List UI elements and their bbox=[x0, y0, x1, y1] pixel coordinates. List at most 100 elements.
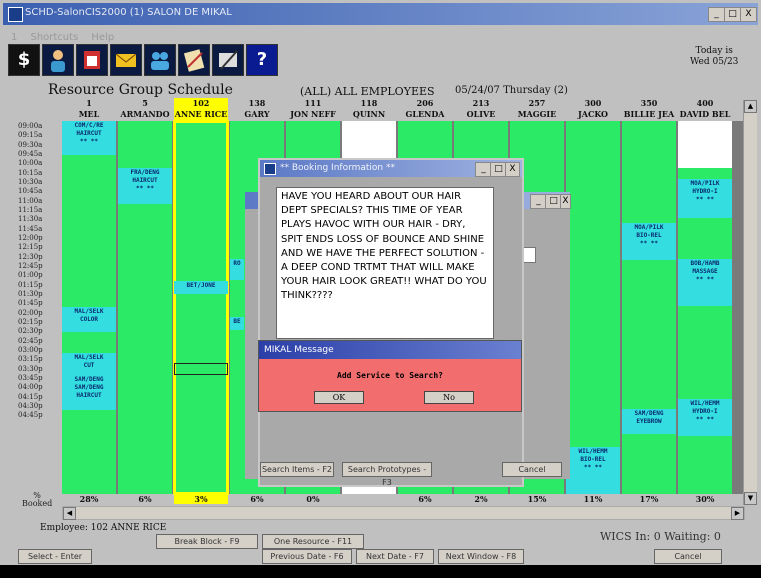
column-header[interactable]: 257 MAGGIE bbox=[510, 98, 564, 122]
one-resource-button[interactable]: One Resource - F11 bbox=[262, 534, 364, 549]
column-header[interactable]: 350 BILLIE JEA bbox=[622, 98, 676, 122]
appointment[interactable]: RO bbox=[230, 259, 244, 280]
appointment[interactable]: MOA/PILK BIO-REL ** ** bbox=[622, 223, 676, 260]
help-icon[interactable]: ? bbox=[246, 44, 278, 76]
schedule-column[interactable] bbox=[566, 121, 620, 494]
next-window-button[interactable]: Next Window - F8 bbox=[438, 549, 524, 564]
scroll-right-icon[interactable]: ▶ bbox=[731, 507, 744, 520]
close-button[interactable]: X bbox=[560, 194, 571, 209]
time-slot-label: 10:15a bbox=[18, 168, 43, 177]
notepad-icon[interactable] bbox=[178, 44, 210, 76]
menu-item-1[interactable]: 1 bbox=[11, 32, 17, 43]
column-header[interactable]: 118 QUINN bbox=[342, 98, 396, 122]
appointment-status: ** ** bbox=[135, 185, 155, 192]
column-header[interactable]: 111 JON NEFF bbox=[286, 98, 340, 122]
employee-number: 300 bbox=[584, 98, 602, 108]
booking-message: HAVE YOU HEARD ABOUT OUR HAIR DEPT SPECI… bbox=[276, 187, 494, 339]
vertical-scrollbar[interactable]: ▲ ▼ bbox=[743, 100, 757, 505]
appointment[interactable]: WIL/HEMM BIO-REL ** ** bbox=[566, 447, 620, 494]
maximize-button[interactable]: □ bbox=[724, 7, 741, 22]
minimize-button[interactable]: _ bbox=[708, 7, 725, 22]
group-icon[interactable] bbox=[144, 44, 176, 76]
booked-percent: 30% bbox=[695, 494, 715, 504]
appointment[interactable]: SAM/DENG SAM/DENG HAIRCUT bbox=[62, 375, 116, 410]
dollar-icon[interactable]: $ bbox=[8, 44, 40, 76]
appointment-service: MASSAGE bbox=[692, 268, 718, 275]
person-icon[interactable] bbox=[42, 44, 74, 76]
search-items-button[interactable]: Search Items - F2 bbox=[260, 462, 334, 477]
appointment[interactable]: MAL/SELK CUT bbox=[62, 353, 116, 376]
column-header[interactable]: 213OLIVE DREE bbox=[454, 98, 508, 130]
schedule-column[interactable] bbox=[622, 121, 676, 494]
appointment[interactable]: COM/C/RE HAIRCUT ** ** bbox=[62, 121, 116, 155]
appointment[interactable]: BOB/HAMB MASSAGE ** ** bbox=[678, 259, 732, 306]
column-header[interactable]: 5 ARMANDO bbox=[118, 98, 172, 122]
appointment-service: COLOR bbox=[79, 316, 99, 323]
column-header[interactable]: 1 MEL bbox=[62, 98, 116, 122]
column-header[interactable]: 300 JACKO bbox=[566, 98, 620, 122]
scroll-down-icon[interactable]: ▼ bbox=[744, 492, 757, 505]
appointment-status: ** ** bbox=[79, 138, 99, 145]
time-slot-label: 02:30p bbox=[18, 327, 43, 336]
appointment[interactable]: BE bbox=[230, 317, 244, 330]
appointment[interactable]: FRA/DENG HAIRCUT ** ** bbox=[118, 168, 172, 204]
employee-number: 118 bbox=[360, 98, 378, 108]
envelope-icon[interactable] bbox=[110, 44, 142, 76]
booked-percent: 15% bbox=[527, 494, 547, 504]
scroll-up-icon[interactable]: ▲ bbox=[744, 100, 757, 113]
employee-number: 102 bbox=[192, 98, 210, 108]
booked-percent: 11% bbox=[583, 494, 603, 504]
no-button[interactable]: No bbox=[424, 391, 474, 404]
selected-slot[interactable] bbox=[174, 363, 228, 375]
calendar-icon[interactable] bbox=[76, 44, 108, 76]
column-header[interactable]: 400 DAVID BEL bbox=[678, 98, 732, 122]
appointment[interactable]: SAM/DENG EYEBROW bbox=[622, 409, 676, 434]
menu-item-help[interactable]: Help bbox=[91, 32, 114, 43]
time-slot-label: 11:45a bbox=[18, 224, 43, 233]
appointment[interactable]: BET/JONE bbox=[174, 281, 228, 294]
appointment-client: COM/C/RE bbox=[74, 122, 104, 129]
booked-percent: 6% bbox=[418, 494, 432, 504]
employee-name: MAGGIE bbox=[517, 109, 557, 119]
schedule-column-selected[interactable] bbox=[173, 120, 229, 495]
scroll-left-icon[interactable]: ◀ bbox=[63, 507, 76, 520]
pen-icon[interactable] bbox=[212, 44, 244, 76]
mikal-message-dialog: MIKAL Message Add Service to Search? OK … bbox=[258, 340, 522, 412]
message-title-bar: MIKAL Message bbox=[259, 341, 521, 359]
appointment[interactable]: MOA/PILK HYDRO-I ** ** bbox=[678, 179, 732, 218]
column-header[interactable]: 206GLENDA KE bbox=[398, 98, 452, 130]
column-header-selected[interactable]: 102 ANNE RICE bbox=[174, 98, 228, 122]
appointment-client: SAM/DENG bbox=[634, 410, 664, 417]
horizontal-scrollbar[interactable]: ◀ ▶ bbox=[62, 506, 745, 520]
booking-cancel-button[interactable]: Cancel bbox=[502, 462, 562, 477]
employee-number: 400 bbox=[696, 98, 714, 108]
time-slot-label: 12:15p bbox=[18, 243, 43, 252]
employee-name: ARMANDO bbox=[120, 109, 170, 119]
menu-bar: 1 Shortcuts Help bbox=[3, 25, 758, 43]
ok-button[interactable]: OK bbox=[314, 391, 364, 404]
appointment[interactable]: WIL/HEMM HYDRO-I ** ** bbox=[678, 399, 732, 436]
time-slot-label: 12:30p bbox=[18, 252, 43, 261]
close-button[interactable]: X bbox=[505, 162, 520, 177]
break-block-button[interactable]: Break Block - F9 bbox=[156, 534, 258, 549]
previous-date-button[interactable]: Previous Date - F6 bbox=[262, 549, 352, 564]
next-date-button[interactable]: Next Date - F7 bbox=[356, 549, 434, 564]
booked-percent: 6% bbox=[138, 494, 152, 504]
schedule-column[interactable] bbox=[678, 121, 732, 494]
search-prototypes-button[interactable]: Search Prototypes - F3 bbox=[342, 462, 432, 487]
column-header[interactable]: 138 GARY bbox=[230, 98, 284, 122]
time-slot-label: 04:45p bbox=[18, 411, 43, 420]
time-slot-label: 03:15p bbox=[18, 355, 43, 364]
employee-number: 138 bbox=[248, 98, 266, 108]
menu-item-shortcuts[interactable]: Shortcuts bbox=[30, 32, 78, 43]
appointment-status: ** ** bbox=[695, 416, 715, 423]
appointment[interactable]: MAL/SELK COLOR bbox=[62, 307, 116, 332]
employee-number: 350 bbox=[640, 98, 658, 108]
appointment-status: ** ** bbox=[583, 464, 603, 471]
cancel-button[interactable]: Cancel bbox=[654, 549, 722, 564]
close-button[interactable]: X bbox=[740, 7, 757, 22]
time-slot-label: 01:45p bbox=[18, 299, 43, 308]
time-slot-label: 11:30a bbox=[18, 215, 43, 224]
select-button[interactable]: Select - Enter bbox=[18, 549, 92, 564]
appointment-service: HAIRCUT bbox=[132, 177, 158, 184]
